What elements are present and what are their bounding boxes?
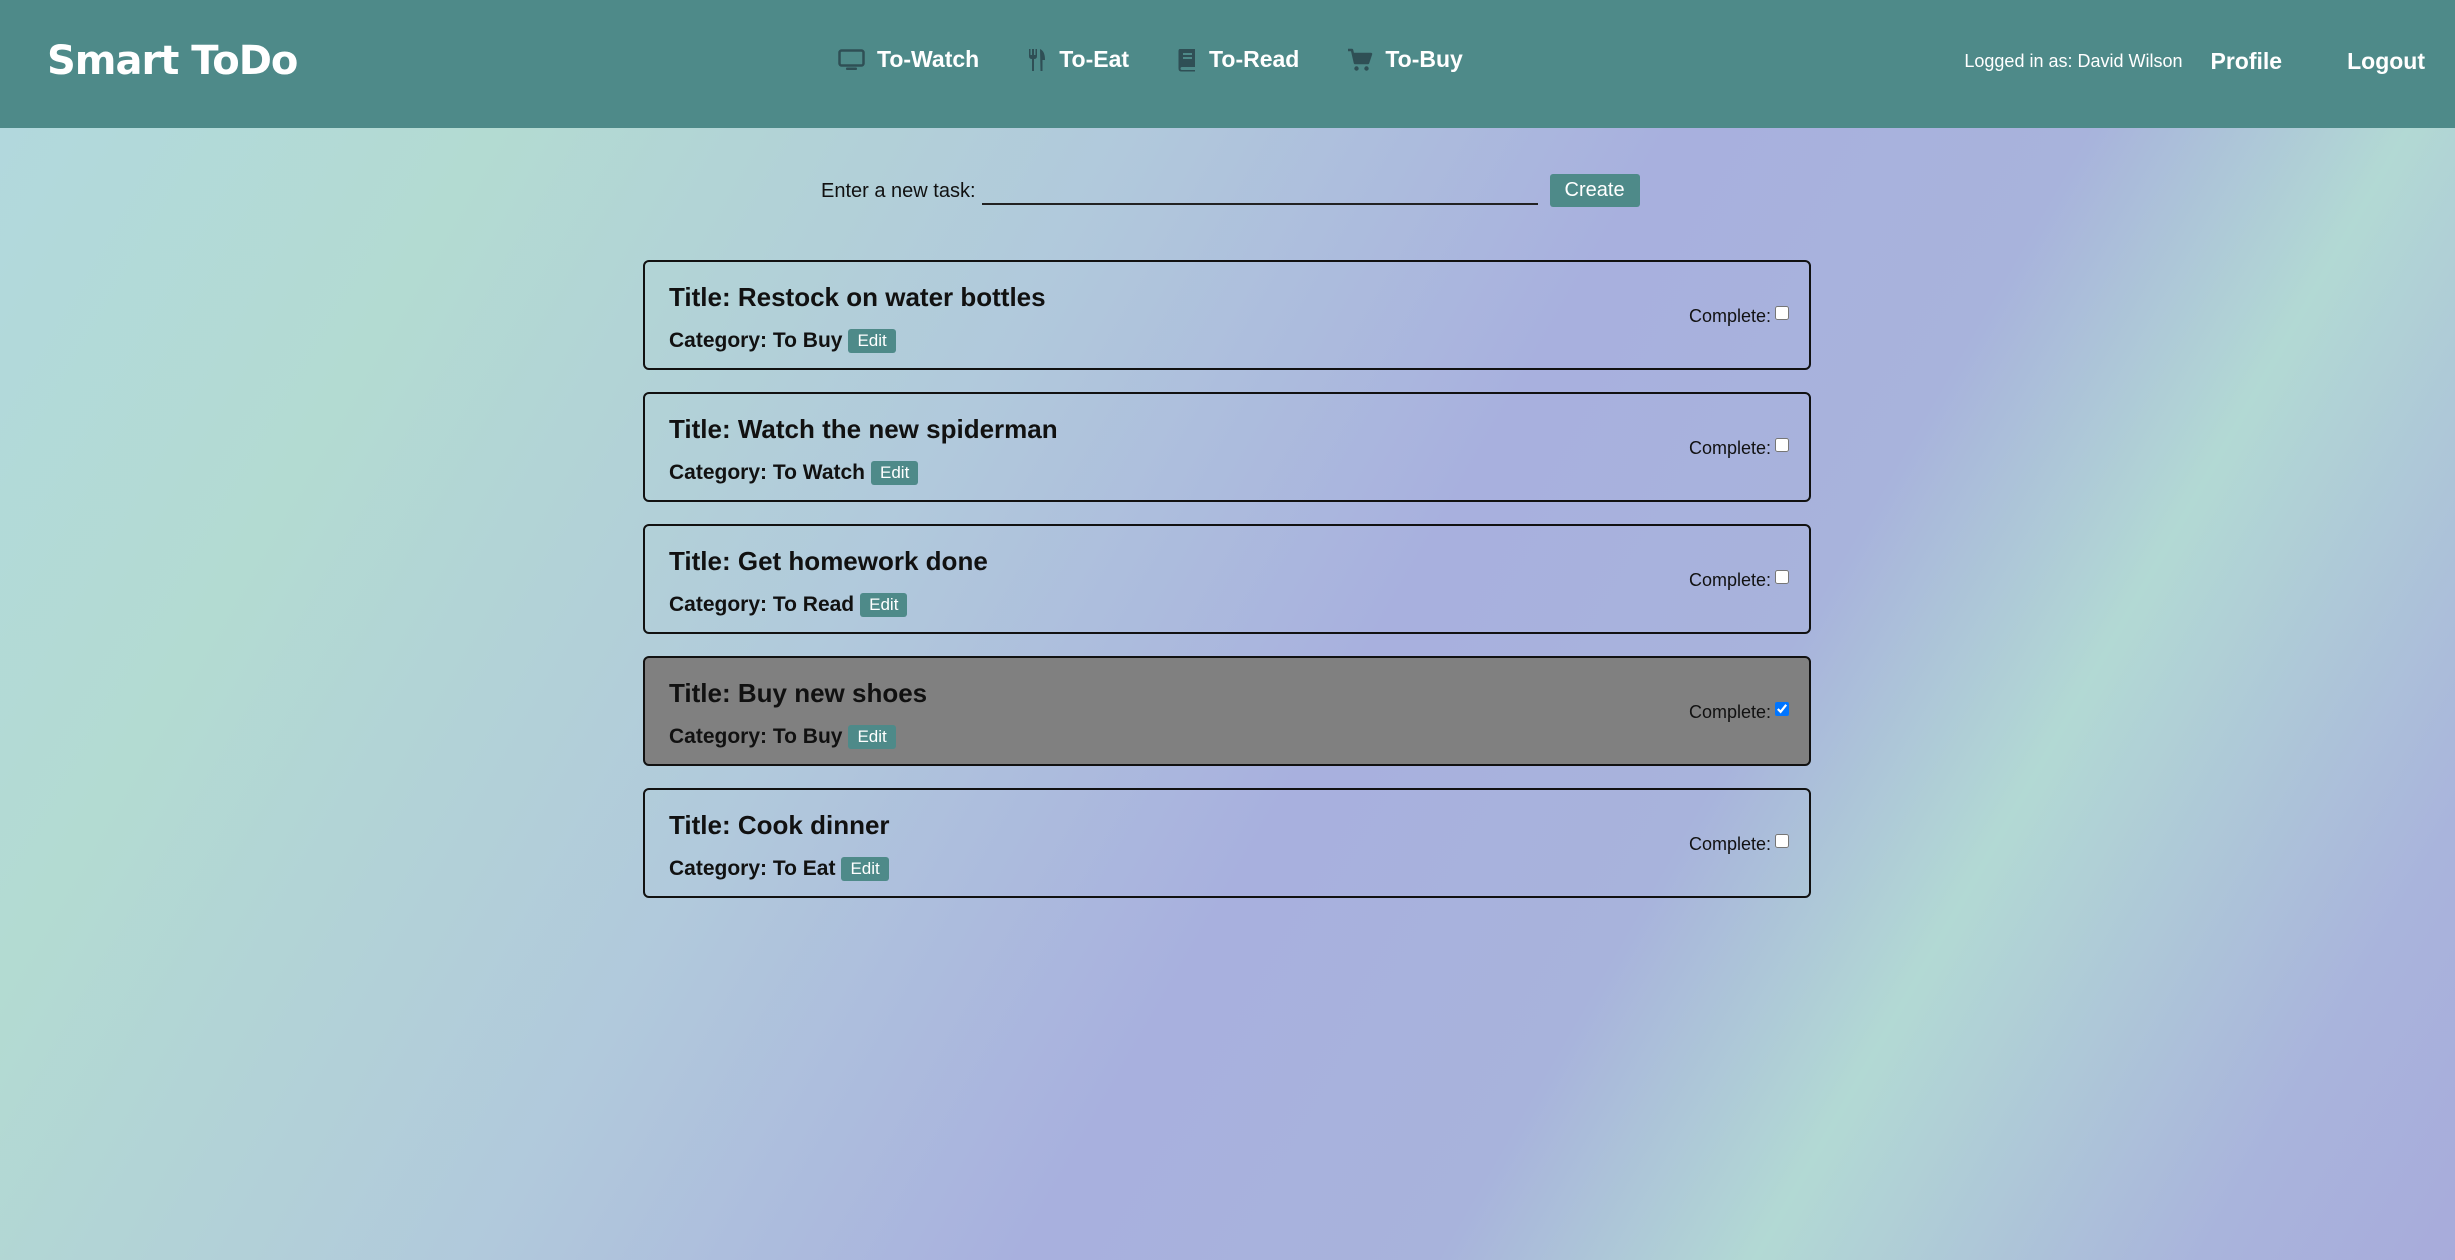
task-title: Title: Cook dinner	[669, 810, 890, 840]
brand-logo[interactable]: Smart ToDo	[47, 38, 298, 84]
nav-item-label: To-Buy	[1385, 46, 1463, 72]
nav-item-label: To-Eat	[1059, 46, 1130, 72]
complete-checkbox[interactable]	[1775, 305, 1789, 320]
task-category-row: Category: To Buy Edit	[669, 725, 896, 749]
complete-control: Complete:	[1688, 305, 1789, 327]
complete-label: Complete:	[1688, 834, 1771, 854]
task-title: Title: Get homework done	[669, 546, 988, 576]
nav-links: To-Watch To-Eat To-Read To-Buy	[838, 46, 1511, 73]
new-task-label: Enter a new task:	[821, 180, 976, 202]
task-category: Category: To Read	[669, 593, 855, 616]
complete-control: Complete:	[1688, 701, 1789, 723]
complete-label: Complete:	[1688, 702, 1771, 722]
task-card: Title: Buy new shoes Category: To Buy Ed…	[643, 656, 1811, 766]
task-card: Title: Watch the new spiderman Category:…	[643, 392, 1811, 502]
navbar: Smart ToDo To-Watch To-Eat To-Read To-Bu…	[0, 0, 2455, 128]
task-category: Category: To Eat	[669, 857, 836, 880]
complete-label: Complete:	[1688, 306, 1771, 326]
tv-icon	[838, 48, 865, 70]
edit-button[interactable]: Edit	[848, 725, 896, 749]
complete-checkbox[interactable]	[1775, 437, 1789, 452]
edit-button[interactable]: Edit	[848, 329, 896, 353]
task-title: Title: Watch the new spiderman	[669, 414, 1058, 444]
task-title: Title: Buy new shoes	[669, 678, 928, 708]
complete-checkbox[interactable]	[1775, 701, 1789, 716]
task-category: Category: To Buy	[669, 329, 843, 352]
user-area: Logged in as: David Wilson Profile Logou…	[1964, 48, 2425, 75]
nav-item-to-buy[interactable]: To-Buy	[1347, 46, 1463, 73]
task-card: Title: Restock on water bottles Category…	[643, 260, 1811, 370]
new-task-input[interactable]	[981, 173, 1538, 205]
logout-link[interactable]: Logout	[2347, 48, 2425, 75]
new-task-form: Enter a new task: Create	[821, 172, 1640, 207]
utensils-icon	[1029, 48, 1046, 71]
profile-link[interactable]: Profile	[2211, 48, 2283, 75]
edit-button[interactable]: Edit	[841, 857, 889, 881]
task-card: Title: Cook dinner Category: To Eat Edit…	[643, 788, 1811, 898]
task-category-row: Category: To Eat Edit	[669, 857, 889, 881]
task-category: Category: To Watch	[669, 461, 866, 484]
nav-item-label: To-Read	[1209, 46, 1300, 72]
nav-item-to-read[interactable]: To-Read	[1177, 46, 1299, 73]
edit-button[interactable]: Edit	[871, 461, 919, 485]
task-category-row: Category: To Buy Edit	[669, 329, 896, 353]
task-category-row: Category: To Read Edit	[669, 593, 908, 617]
complete-label: Complete:	[1688, 570, 1771, 590]
complete-control: Complete:	[1688, 833, 1789, 855]
nav-item-to-watch[interactable]: To-Watch	[838, 46, 979, 73]
complete-checkbox[interactable]	[1775, 569, 1789, 584]
complete-control: Complete:	[1688, 437, 1789, 459]
nav-item-label: To-Watch	[877, 46, 980, 72]
task-category: Category: To Buy	[669, 725, 843, 748]
task-title: Title: Restock on water bottles	[669, 282, 1046, 312]
shopping-cart-icon	[1348, 48, 1373, 71]
edit-button[interactable]: Edit	[860, 593, 908, 617]
logged-in-text: Logged in as: David Wilson	[1964, 51, 2183, 71]
create-button[interactable]: Create	[1549, 174, 1640, 207]
task-list: Title: Restock on water bottles Category…	[643, 260, 1811, 920]
nav-item-to-eat[interactable]: To-Eat	[1027, 46, 1129, 73]
complete-label: Complete:	[1688, 438, 1771, 458]
complete-checkbox[interactable]	[1775, 833, 1789, 848]
task-category-row: Category: To Watch Edit	[669, 461, 919, 485]
book-icon	[1178, 48, 1196, 71]
task-card: Title: Get homework done Category: To Re…	[643, 524, 1811, 634]
complete-control: Complete:	[1688, 569, 1789, 591]
